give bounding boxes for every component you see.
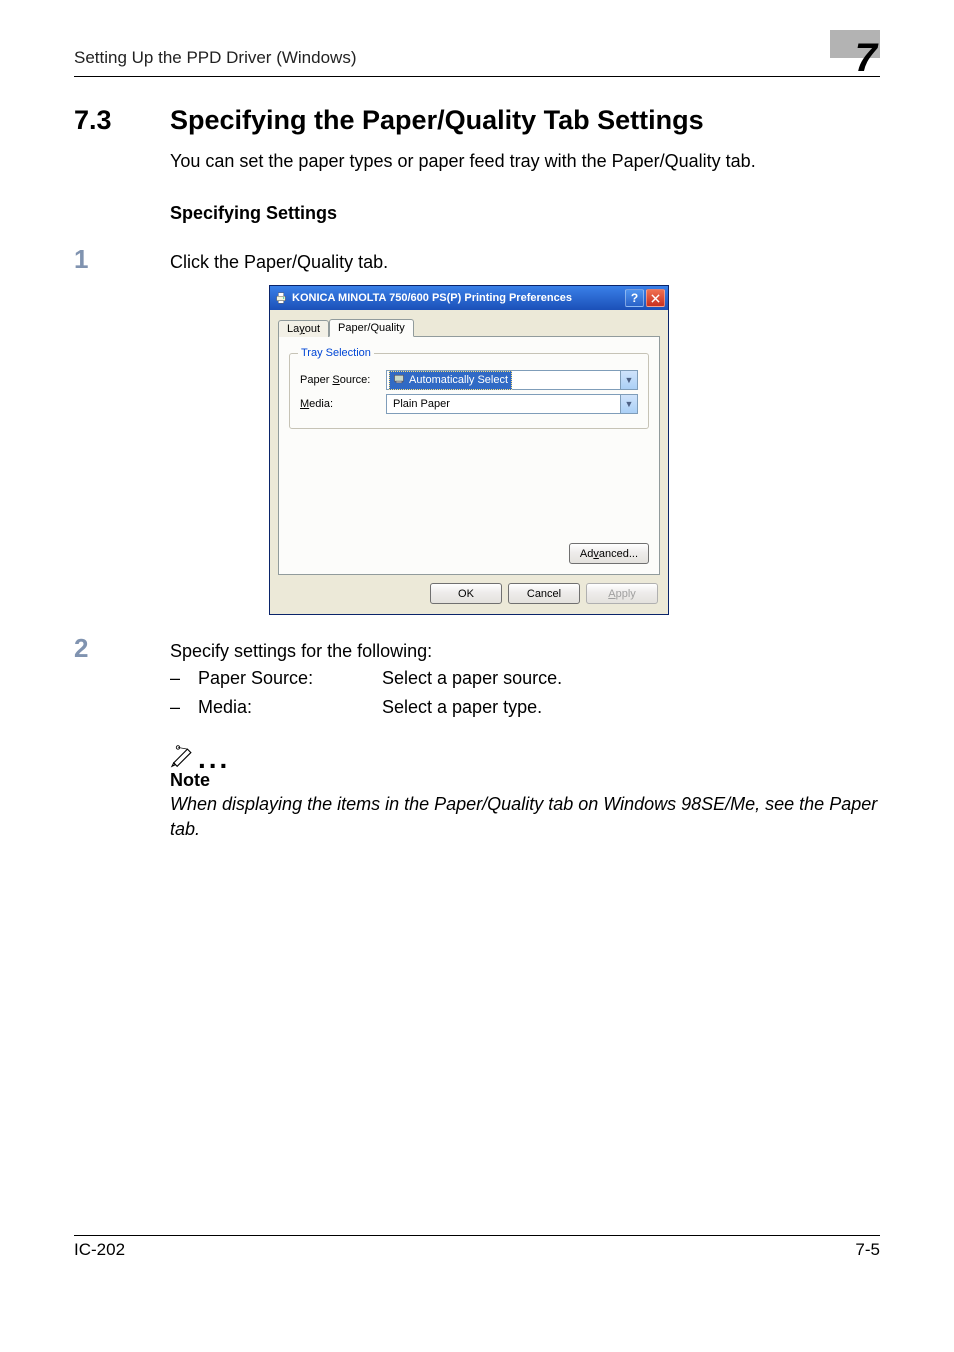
media-combo[interactable]: Plain Paper ▼	[386, 394, 638, 414]
tab-layout-label: Layout	[287, 323, 320, 335]
subitem-paper-source-desc: Select a paper source.	[382, 664, 562, 693]
step-1: 1 Click the Paper/Quality tab.	[74, 244, 880, 275]
subitem-media-desc: Select a paper type.	[382, 693, 542, 722]
printer-icon	[274, 291, 288, 305]
chapter-number: 7	[855, 42, 880, 74]
section-number: 7.3	[74, 105, 142, 136]
subitem-paper-source: – Paper Source: Select a paper source.	[170, 664, 880, 693]
step-2-text: Specify settings for the following:	[170, 641, 880, 662]
section-title: Specifying the Paper/Quality Tab Setting…	[170, 105, 704, 136]
subitem-media: – Media: Select a paper type.	[170, 693, 880, 722]
subitem-paper-source-label: Paper Source:	[198, 664, 368, 693]
page-footer: IC-202 7-5	[74, 1235, 880, 1260]
note-dots-icon: ...	[198, 752, 230, 768]
section-intro: You can set the paper types or paper fee…	[170, 148, 880, 174]
chevron-down-icon: ▼	[620, 371, 637, 389]
step-2-number: 2	[74, 633, 142, 664]
tabstrip: Layout Paper/Quality	[278, 318, 660, 337]
dialog-help-button[interactable]: ?	[625, 289, 644, 307]
apply-button[interactable]: Apply	[586, 583, 658, 604]
tab-layout[interactable]: Layout	[278, 320, 329, 338]
sub-heading: Specifying Settings	[170, 200, 880, 226]
step-1-number: 1	[74, 244, 142, 275]
running-header: Setting Up the PPD Driver (Windows) 7	[74, 42, 880, 77]
step-2-subitems: – Paper Source: Select a paper source. –…	[170, 664, 880, 722]
footer-right: 7-5	[855, 1240, 880, 1260]
paper-source-combo[interactable]: Automatically Select ▼	[386, 370, 638, 390]
paper-source-label: Paper Source:	[300, 374, 380, 386]
paper-source-value: Automatically Select	[409, 374, 508, 386]
note-text: When displaying the items in the Paper/Q…	[170, 792, 880, 842]
section-heading: 7.3 Specifying the Paper/Quality Tab Set…	[74, 105, 880, 136]
advanced-button[interactable]: Advanced...	[569, 543, 649, 564]
bullet-dash: –	[170, 693, 184, 722]
step-2: 2 Specify settings for the following:	[74, 633, 880, 664]
note-label: Note	[170, 770, 880, 791]
bullet-dash: –	[170, 664, 184, 693]
running-title: Setting Up the PPD Driver (Windows)	[74, 48, 356, 68]
media-value: Plain Paper	[389, 398, 450, 410]
step-1-text: Click the Paper/Quality tab.	[170, 252, 880, 273]
subitem-media-label: Media:	[198, 693, 368, 722]
dialog-titlebar: KONICA MINOLTA 750/600 PS(P) Printing Pr…	[270, 286, 668, 310]
cancel-button[interactable]: Cancel	[508, 583, 580, 604]
dialog-title: KONICA MINOLTA 750/600 PS(P) Printing Pr…	[292, 292, 621, 304]
ok-button[interactable]: OK	[430, 583, 502, 604]
pen-icon	[170, 744, 198, 768]
dialog-close-button[interactable]	[646, 289, 665, 307]
chevron-down-icon: ▼	[620, 395, 637, 413]
tab-paper-quality-label: Paper/Quality	[338, 322, 405, 334]
auto-select-icon	[393, 373, 405, 388]
tab-paper-quality[interactable]: Paper/Quality	[329, 319, 414, 337]
media-label: Media:	[300, 398, 380, 410]
footer-left: IC-202	[74, 1240, 125, 1260]
dialog-button-row: OK Cancel Apply	[278, 575, 660, 606]
note-block: ... Note When displaying the items in th…	[170, 744, 880, 842]
printing-preferences-dialog: KONICA MINOLTA 750/600 PS(P) Printing Pr…	[269, 285, 880, 615]
tray-selection-legend: Tray Selection	[298, 347, 374, 359]
tray-selection-group: Tray Selection Paper Source: Automatical…	[289, 353, 649, 429]
